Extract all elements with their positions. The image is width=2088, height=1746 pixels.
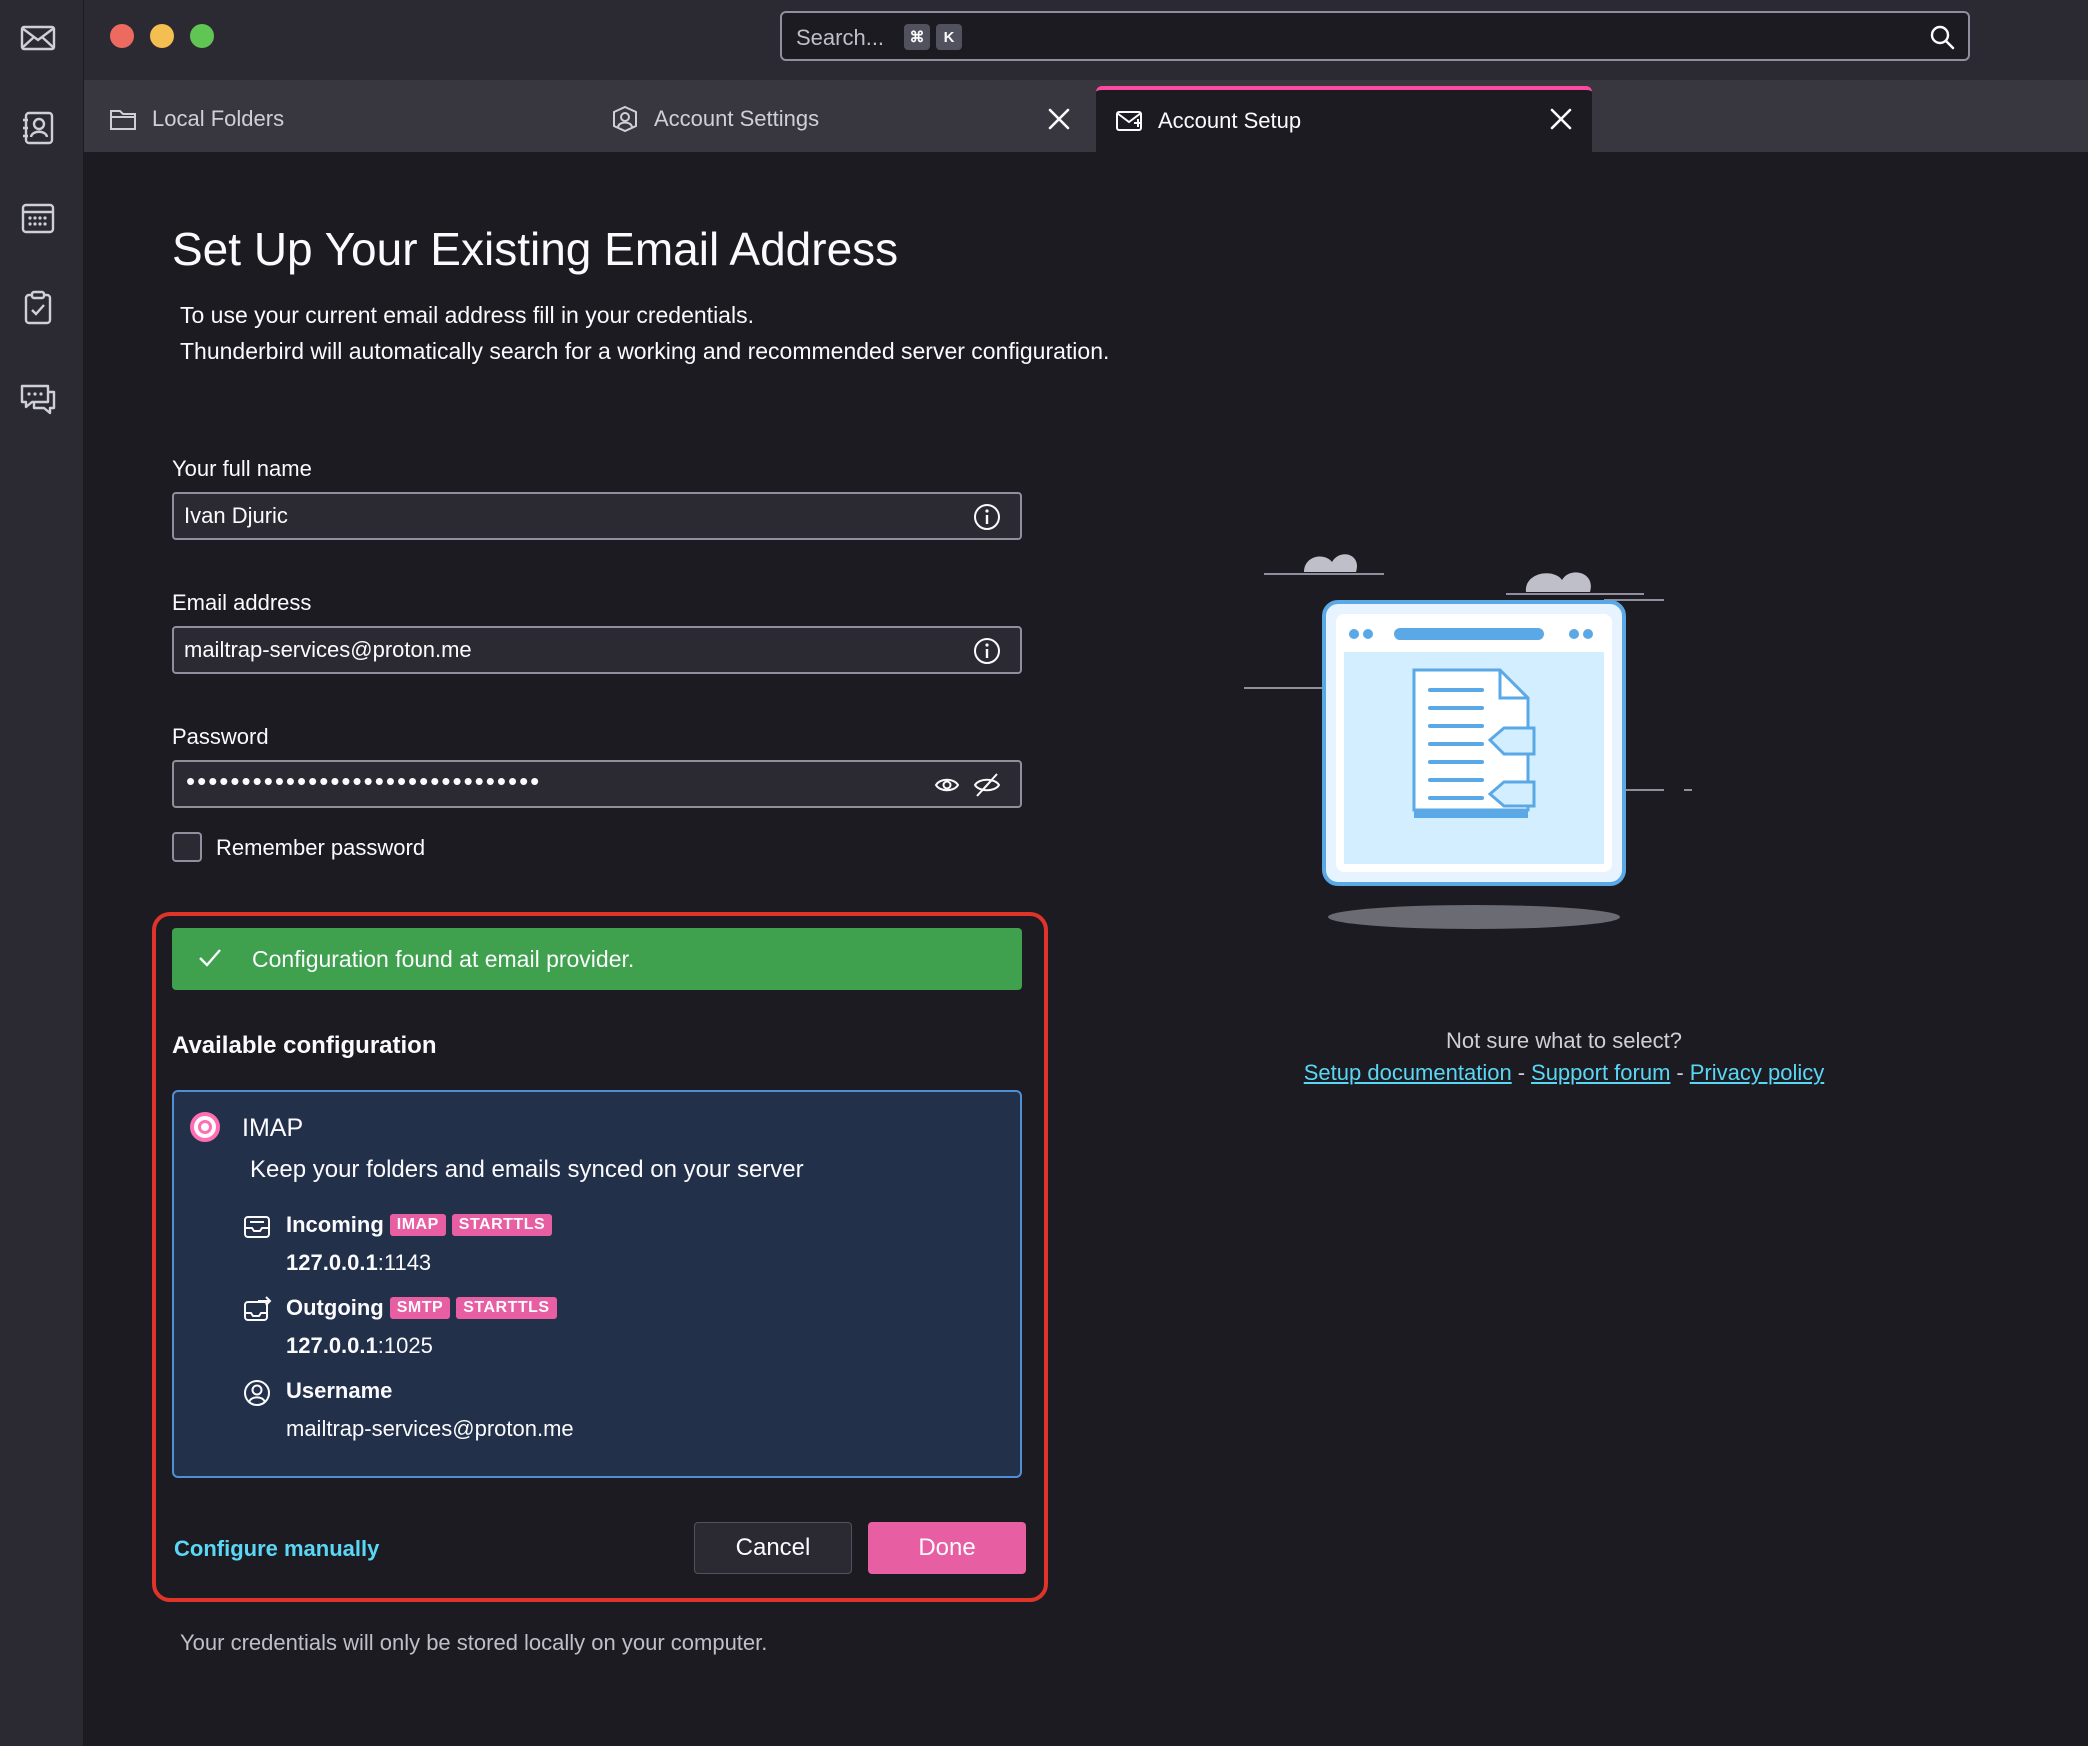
- chat-icon: [20, 384, 56, 415]
- outgoing-protocol-badge: SMTP: [389, 1297, 451, 1319]
- chat-space-button[interactable]: [16, 376, 60, 420]
- cancel-button[interactable]: Cancel: [694, 1522, 852, 1574]
- outgoing-row: Outgoing SMTP STARTTLS: [286, 1295, 557, 1321]
- outgoing-label: Outgoing: [286, 1295, 384, 1320]
- info-icon[interactable]: [972, 502, 1002, 532]
- setup-documentation-link[interactable]: Setup documentation: [1304, 1060, 1512, 1085]
- shortcut-key-cmd: ⌘: [904, 24, 930, 50]
- calendar-space-button[interactable]: [16, 196, 60, 240]
- account-setup-page: Set Up Your Existing Email Address To us…: [84, 152, 2088, 1746]
- search-icon[interactable]: [1928, 23, 1956, 51]
- imap-radio[interactable]: [190, 1112, 220, 1142]
- spaces-toolbar: [0, 0, 84, 1746]
- support-forum-link[interactable]: Support forum: [1531, 1060, 1670, 1085]
- calendar-icon: [21, 203, 55, 234]
- outgoing-host: 127.0.0.1: [286, 1333, 378, 1358]
- password-field[interactable]: ••••••••••••••••••••••••••••••••: [172, 760, 1022, 808]
- configure-manually-link[interactable]: Configure manually: [174, 1536, 379, 1562]
- info-icon[interactable]: [972, 636, 1002, 666]
- credentials-note: Your credentials will only be stored loc…: [180, 1630, 768, 1655]
- shortcut-key-k: K: [936, 24, 962, 50]
- close-tab-account-settings-icon[interactable]: [1046, 106, 1072, 132]
- mail-icon: [20, 25, 56, 51]
- help-question: Not sure what to select?: [1445, 1028, 1682, 1053]
- intro-line-1: To use your current email address fill i…: [180, 302, 754, 328]
- incoming-port: :1143: [377, 1250, 432, 1275]
- close-window-button[interactable]: [110, 24, 134, 48]
- tasks-icon: [24, 290, 52, 325]
- username-row-label: Username: [286, 1378, 393, 1403]
- eye-off-icon[interactable]: [972, 770, 1002, 800]
- mail-space-button[interactable]: [16, 16, 60, 60]
- intro-line-2: Thunderbird will automatically search fo…: [180, 338, 1110, 364]
- privacy-policy-link[interactable]: Privacy policy: [1690, 1060, 1824, 1085]
- outgoing-security-badge: STARTTLS: [456, 1297, 557, 1319]
- username-icon: [244, 1380, 270, 1406]
- incoming-row: Incoming IMAP STARTTLS: [286, 1212, 553, 1238]
- mail-setup-icon: [1116, 111, 1142, 131]
- global-search-input[interactable]: Search... ⌘ K: [780, 11, 1970, 61]
- tab-account-setup[interactable]: Account Setup: [1096, 86, 1592, 152]
- incoming-server-icon: [244, 1216, 270, 1238]
- tab-bar: Local Folders Account Settings Account S…: [84, 80, 2088, 152]
- link-separator: -: [1517, 1060, 1526, 1085]
- full-name-label: Your full name: [172, 456, 312, 481]
- remember-password-label[interactable]: Remember password: [216, 835, 425, 861]
- minimize-window-button[interactable]: [150, 24, 174, 48]
- title-bar: Search... ⌘ K: [84, 0, 2088, 80]
- imap-config-card[interactable]: IMAP Keep your folders and emails synced…: [172, 1090, 1022, 1478]
- remember-password-checkbox[interactable]: [172, 832, 202, 862]
- full-name-field[interactable]: [172, 492, 1022, 540]
- thunderbird-window: Search... ⌘ K Local Folders Account Sett…: [0, 0, 2088, 1746]
- tab-local-folders[interactable]: Local Folders: [108, 86, 588, 152]
- available-config-heading: Available configuration: [172, 1032, 437, 1059]
- link-separator: -: [1676, 1060, 1684, 1085]
- email-input[interactable]: [184, 628, 924, 672]
- config-found-notice: Configuration found at email provider.: [172, 928, 1022, 990]
- password-label: Password: [172, 724, 269, 749]
- email-field[interactable]: [172, 626, 1022, 674]
- outgoing-server: 127.0.0.1:1025: [286, 1333, 433, 1359]
- username-value: mailtrap-services@proton.me: [286, 1416, 574, 1441]
- page-title: Set Up Your Existing Email Address: [172, 223, 899, 275]
- address-book-icon: [23, 111, 54, 145]
- address-book-space-button[interactable]: [16, 106, 60, 150]
- outgoing-port: :1025: [377, 1333, 433, 1358]
- account-icon: [613, 105, 637, 133]
- tasks-space-button[interactable]: [16, 286, 60, 330]
- zoom-window-button[interactable]: [190, 24, 214, 48]
- help-links: Setup documentation - Support forum - Privac…: [1194, 1060, 1934, 1086]
- full-name-input[interactable]: [184, 494, 924, 538]
- eye-icon[interactable]: [934, 772, 960, 798]
- incoming-protocol-badge: IMAP: [389, 1214, 446, 1236]
- tab-label: Account Setup: [1158, 108, 1302, 133]
- protocol-description: Keep your folders and emails synced on y…: [250, 1156, 804, 1183]
- notice-text: Configuration found at email provider.: [252, 946, 635, 972]
- tab-label: Local Folders: [152, 106, 285, 131]
- incoming-host: 127.0.0.1: [286, 1250, 378, 1275]
- checkmark-icon: [199, 949, 221, 967]
- folder-icon: [110, 110, 136, 130]
- incoming-security-badge: STARTTLS: [451, 1214, 553, 1236]
- close-tab-account-setup-icon[interactable]: [1548, 106, 1574, 132]
- search-placeholder: Search...: [796, 25, 885, 50]
- outgoing-server-icon: [244, 1296, 272, 1321]
- password-input[interactable]: ••••••••••••••••••••••••••••••••: [186, 766, 541, 797]
- setup-illustration: [1244, 554, 1692, 929]
- done-button[interactable]: Done: [868, 1522, 1026, 1574]
- incoming-label: Incoming: [286, 1212, 384, 1237]
- page-intro: To use your current email address fill i…: [180, 297, 1109, 369]
- protocol-name: IMAP: [242, 1114, 304, 1142]
- email-label: Email address: [172, 590, 312, 615]
- tab-label: Account Settings: [654, 106, 820, 131]
- incoming-server: 127.0.0.1:1143: [286, 1250, 431, 1276]
